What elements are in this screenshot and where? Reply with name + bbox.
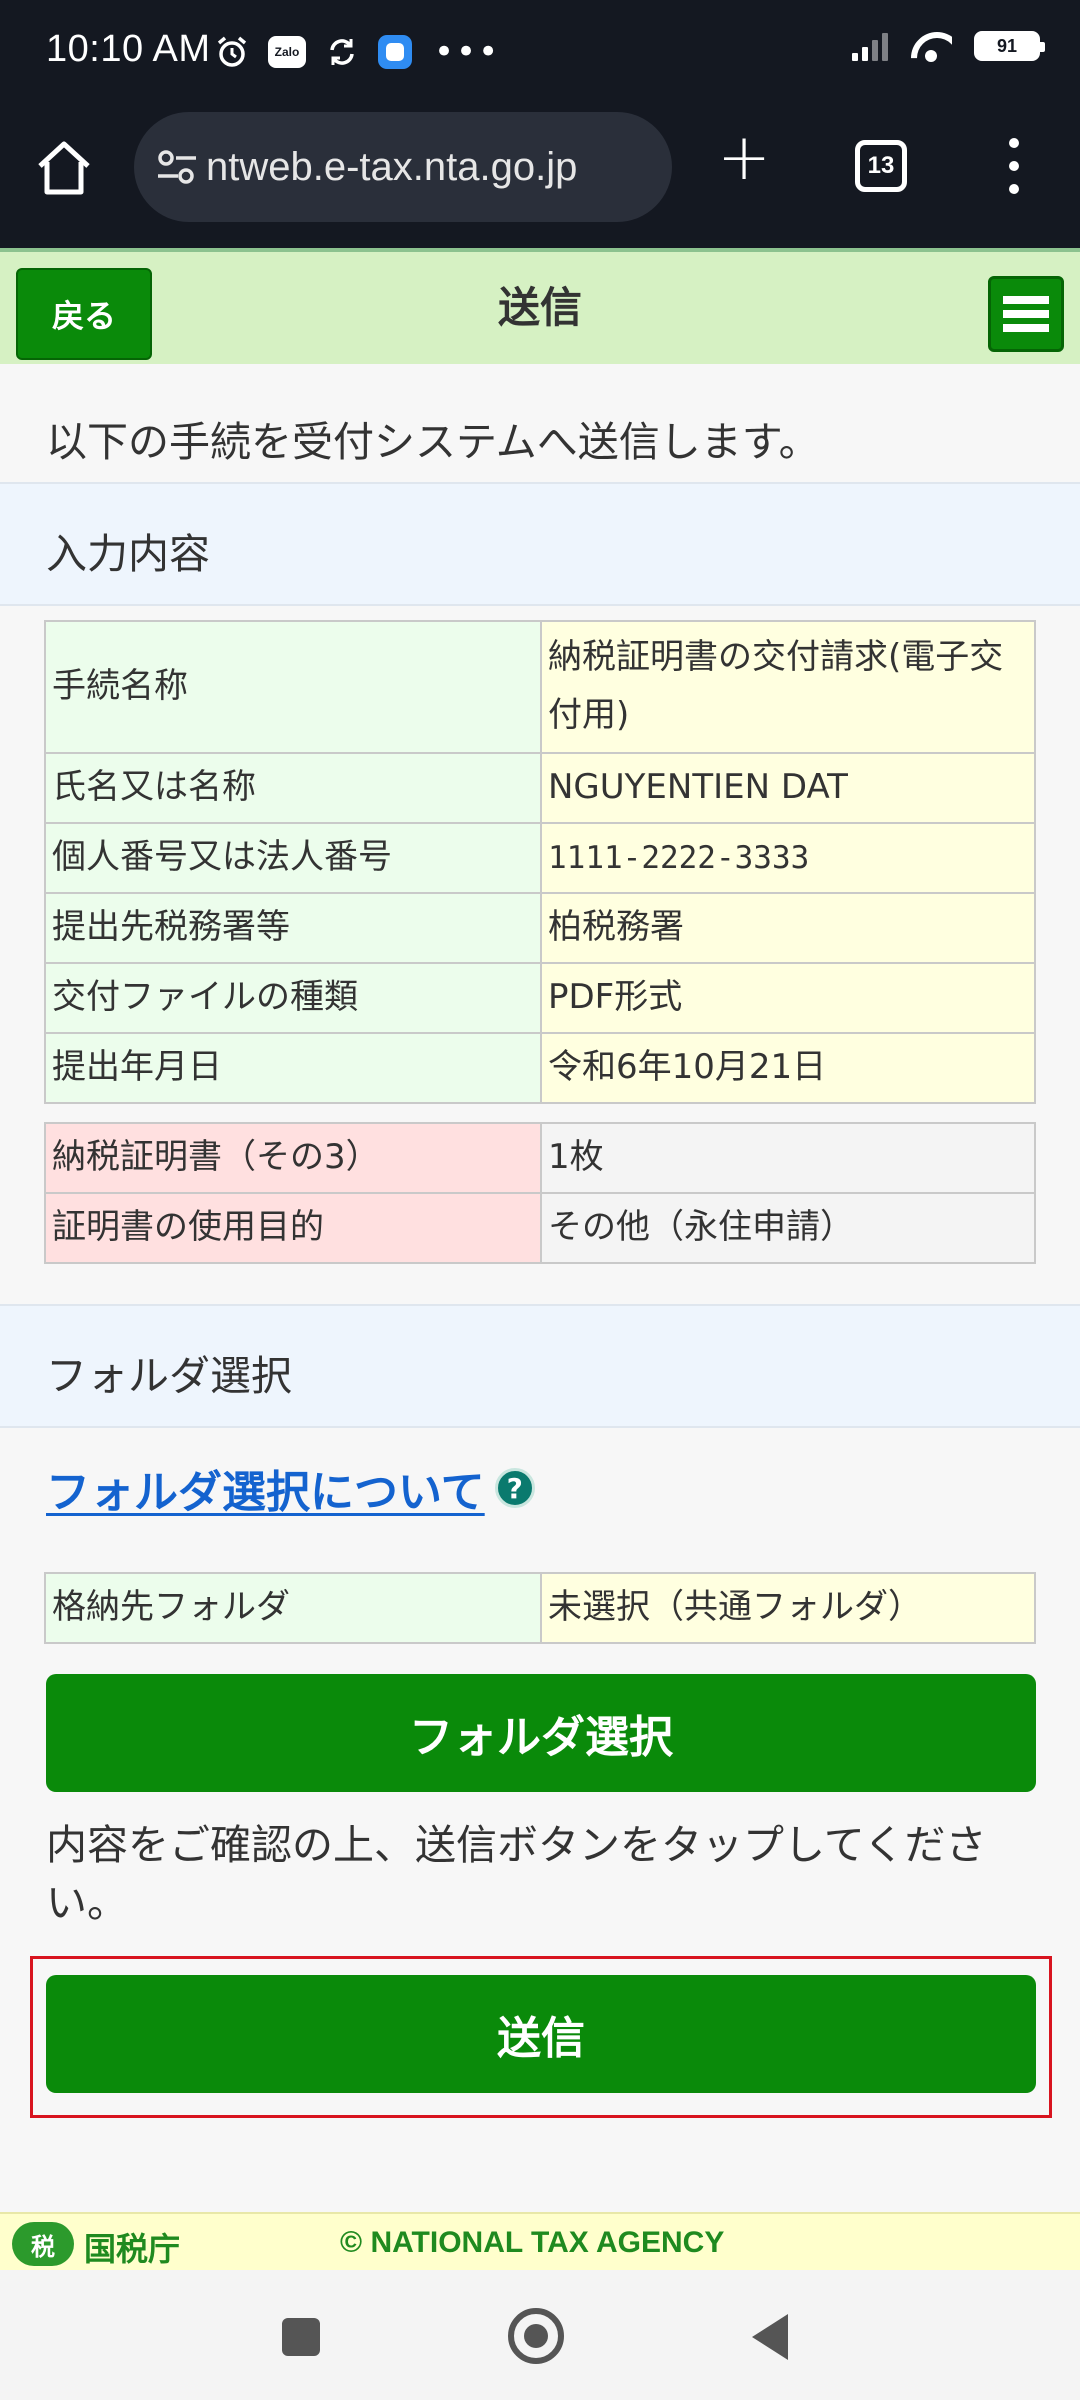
row-value: 納税証明書の交付請求(電子交付用) <box>540 620 1036 754</box>
row-label: 提出年月日 <box>44 1032 542 1104</box>
folder-help-link[interactable]: フォルダ選択について ? <box>46 1456 535 1520</box>
row-value: PDF形式 <box>540 962 1036 1034</box>
table-row: 提出先税務署等 柏税務署 <box>44 892 1036 964</box>
row-label: 証明書の使用目的 <box>44 1192 542 1264</box>
page-header: 送信 戻る <box>0 248 1080 364</box>
row-value: 令和6年10月21日 <box>540 1032 1036 1104</box>
confirm-instruction: 内容をご確認の上、送信ボタンをタップしてください。 <box>46 1821 987 1928</box>
row-label: 交付ファイルの種類 <box>44 962 542 1034</box>
notification-icons: Zalo ••• <box>214 32 500 72</box>
url-text[interactable]: ntweb.e-tax.nta.go.jp <box>206 145 577 190</box>
input-section-header: 入力内容 <box>0 482 1080 606</box>
browser-menu-icon[interactable] <box>1000 138 1028 194</box>
address-bar[interactable]: ntweb.e-tax.nta.go.jp <box>134 112 672 222</box>
back-nav-icon[interactable] <box>752 2314 788 2360</box>
row-value: 1枚 <box>540 1122 1036 1194</box>
new-tab-icon[interactable]: + <box>712 126 776 190</box>
home-nav-icon[interactable] <box>508 2308 564 2364</box>
folder-table: 格納先フォルダ 未選択（共通フォルダ） <box>44 1572 1036 1644</box>
hamburger-menu-icon[interactable] <box>988 276 1064 352</box>
more-notifications-icon: ••• <box>434 32 501 72</box>
row-label: 氏名又は名称 <box>44 752 542 824</box>
row-value: NGUYENTIEN DAT <box>540 752 1036 824</box>
input-section-title: 入力内容 <box>46 530 210 578</box>
browser-toolbar: ntweb.e-tax.nta.go.jp + 13 <box>0 100 1080 248</box>
table-row: 提出年月日 令和6年10月21日 <box>44 1032 1036 1104</box>
nta-logo: 税 <box>12 2222 74 2266</box>
alarm-icon <box>214 34 250 70</box>
system-nav-bar <box>0 2270 1080 2400</box>
footer-copyright: © NATIONAL TAX AGENCY <box>340 2226 725 2259</box>
battery-icon: 91 <box>974 31 1045 61</box>
intro-text: 以下の手続を受付システムへ送信します。 <box>46 418 820 466</box>
table-row: 交付ファイルの種類 PDF形式 <box>44 962 1036 1034</box>
row-value: その他（永住申請） <box>540 1192 1036 1264</box>
row-value: 未選択（共通フォルダ） <box>540 1572 1036 1644</box>
table-row: 格納先フォルダ 未選択（共通フォルダ） <box>44 1572 1036 1644</box>
certificate-table: 納税証明書（その3） 1枚 証明書の使用目的 その他（永住申請） <box>44 1122 1036 1264</box>
submit-button[interactable]: 送信 <box>46 1975 1036 2093</box>
row-value: 1111-2222-3333 <box>540 822 1036 894</box>
folder-select-button[interactable]: フォルダ選択 <box>46 1674 1036 1792</box>
folder-section-header: フォルダ選択 <box>0 1304 1080 1428</box>
row-label: 手続名称 <box>44 620 542 754</box>
folder-help-link-text[interactable]: フォルダ選択について <box>46 1456 485 1520</box>
status-bar: 10:10 AM Zalo ••• 91 <box>0 0 1080 100</box>
row-label: 提出先税務署等 <box>44 892 542 964</box>
table-row: 証明書の使用目的 その他（永住申請） <box>44 1192 1036 1264</box>
tab-switcher-button[interactable]: 13 <box>855 140 907 192</box>
table-row: 納税証明書（その3） 1枚 <box>44 1122 1036 1194</box>
table-row: 手続名称 納税証明書の交付請求(電子交付用) <box>44 620 1036 754</box>
row-value: 柏税務署 <box>540 892 1036 964</box>
footer-agency-name: 国税庁 <box>84 2230 181 2268</box>
row-label: 個人番号又は法人番号 <box>44 822 542 894</box>
row-label: 納税証明書（その3） <box>44 1122 542 1194</box>
folder-section-title: フォルダ選択 <box>46 1352 292 1400</box>
home-icon[interactable] <box>32 136 96 200</box>
sync-icon <box>324 34 360 70</box>
site-settings-icon[interactable] <box>152 142 202 192</box>
back-button[interactable]: 戻る <box>16 268 152 360</box>
footer: 税 国税庁 © NATIONAL TAX AGENCY <box>0 2212 1080 2270</box>
system-icons: 91 <box>852 30 1045 62</box>
app-notification-icon <box>378 35 412 69</box>
wifi-icon <box>910 30 952 62</box>
page-title: 送信 <box>497 283 582 332</box>
table-row: 氏名又は名称 NGUYENTIEN DAT <box>44 752 1036 824</box>
recent-apps-icon[interactable] <box>282 2318 320 2356</box>
signal-icon <box>852 31 888 61</box>
status-time: 10:10 AM <box>46 28 211 70</box>
zalo-icon: Zalo <box>268 36 306 68</box>
help-icon[interactable]: ? <box>494 1468 535 1508</box>
input-content-table: 手続名称 納税証明書の交付請求(電子交付用) 氏名又は名称 NGUYENTIEN… <box>44 620 1036 1104</box>
table-row: 個人番号又は法人番号 1111-2222-3333 <box>44 822 1036 894</box>
row-label: 格納先フォルダ <box>44 1572 542 1644</box>
